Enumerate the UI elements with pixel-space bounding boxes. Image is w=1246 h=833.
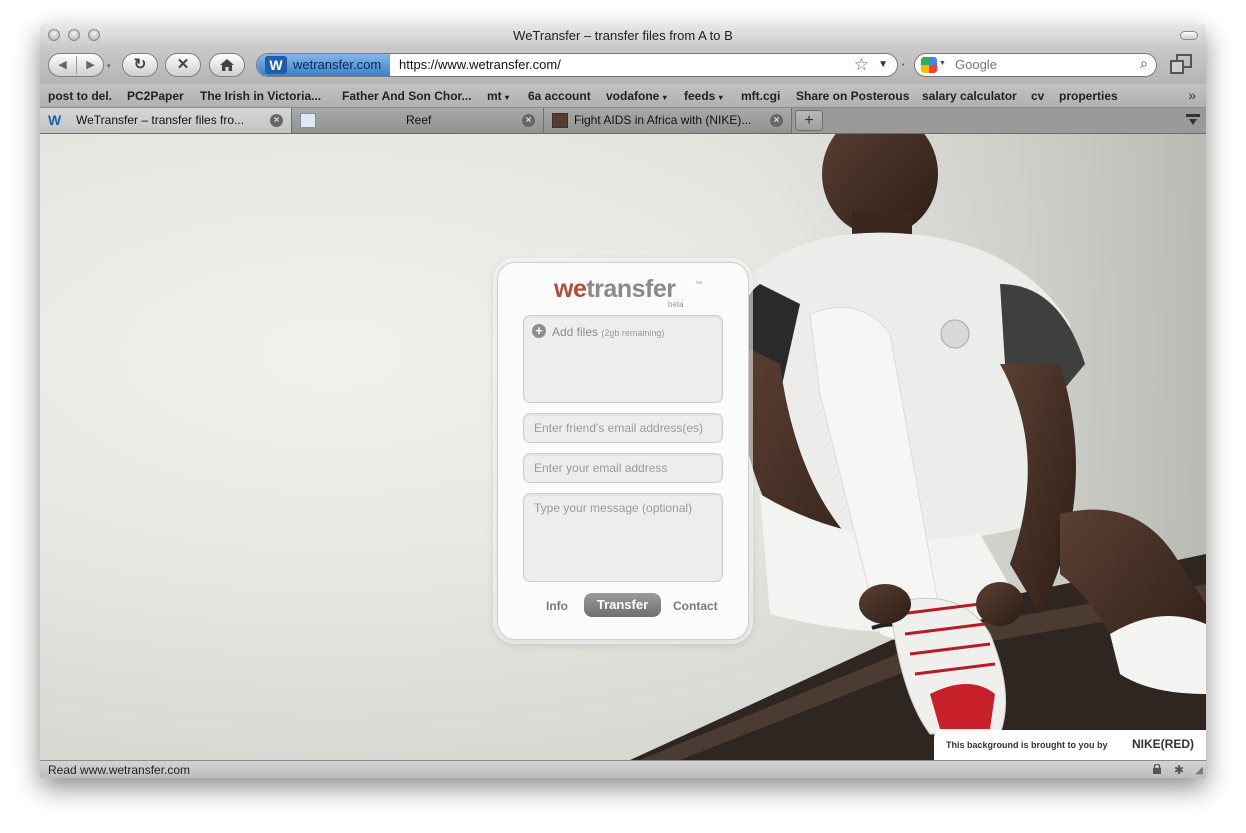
bookmark-item[interactable]: 6a account [528,89,591,103]
search-icon[interactable]: ⌕ [1140,55,1148,72]
bookmark-item[interactable]: The Irish in Victoria... [200,89,321,103]
new-tab-button[interactable]: + [795,110,823,131]
bookmark-item[interactable]: mft.cgi [741,89,780,103]
your-email-input[interactable] [524,454,722,482]
nike-favicon-icon [552,113,568,128]
browser-window: WeTransfer – transfer files from A to B … [40,24,1206,778]
site-favicon-icon: W [265,56,287,74]
address-bar[interactable]: W wetransfer.com https://www.wetransfer.… [256,53,898,77]
google-icon[interactable] [921,57,937,73]
wetransfer-logo: wetransfer [554,275,676,303]
tab-nike[interactable]: Fight AIDS in Africa with (NIKE)... × [544,108,792,133]
close-tab-icon[interactable]: × [270,114,283,127]
debug-icon[interactable]: ✱ [1174,763,1184,777]
your-email-field[interactable] [523,453,723,483]
url-text[interactable]: https://www.wetransfer.com/ [399,57,561,72]
close-tab-icon[interactable]: × [770,114,783,127]
tab-wetransfer[interactable]: W WeTransfer – transfer files fro... × [40,108,292,133]
tab-bar: W WeTransfer – transfer files fro... × R… [40,108,1206,134]
add-files-area[interactable]: + Add files (2gb remaining) [523,315,723,403]
bookmark-menu-mt[interactable]: mt ▾ [487,89,509,103]
credit-text: This background is brought to you by [946,740,1108,750]
reef-favicon-icon [300,113,316,128]
reload-icon: ↻ [133,56,147,73]
resize-grip-icon[interactable]: ◢ [1195,765,1203,776]
home-button[interactable] [209,53,245,77]
window-title: WeTransfer – transfer files from A to B [513,28,733,43]
search-box[interactable]: ▼ Google ⌕ [914,53,1157,77]
bookmark-star-icon[interactable]: ☆ [854,55,869,75]
search-engine-dropdown-icon[interactable]: ▼ [939,60,946,67]
tab-label: Reef [406,113,432,127]
site-identity-badge[interactable]: W wetransfer.com [257,54,390,76]
toolbar: ◀ ▶ ▾ ↻ ✕ W wetransfer.com https://www.w… [40,48,1206,84]
forward-icon[interactable]: ▶ [77,54,104,76]
more-bookmarks-icon[interactable]: » [1188,87,1196,103]
plus-icon: + [804,112,814,129]
message-field[interactable] [523,493,723,582]
bookmark-item[interactable]: PC2Paper [127,89,184,103]
trademark-mark: ™ [695,281,702,288]
back-forward-group: ◀ ▶ [48,53,104,77]
status-text: Read www.wetransfer.com [48,763,191,777]
close-tab-icon[interactable]: × [522,114,535,127]
title-bar: WeTransfer – transfer files from A to B [40,24,1206,48]
beta-label: beta [668,300,684,309]
tab-label: WeTransfer – transfer files fro... [76,113,245,127]
toolbar-toggle-button[interactable] [1180,31,1198,40]
tab-overview-icon[interactable] [1170,54,1192,76]
add-files-plus-icon[interactable]: + [532,324,546,338]
bookmark-item[interactable]: cv [1031,89,1044,103]
stop-icon: ✕ [176,56,190,73]
site-name: wetransfer.com [293,57,382,72]
contact-link[interactable]: Contact [673,599,718,613]
bookmark-menu-vodafone[interactable]: vodafone ▾ [606,89,667,103]
friend-email-field[interactable] [523,413,723,443]
status-bar: Read www.wetransfer.com ✱ ◢ [40,760,1206,778]
bookmark-item[interactable]: post to del. [48,89,112,103]
reload-button[interactable]: ↻ [122,53,158,77]
bookmarks-bar: post to del. PC2Paper The Irish in Victo… [40,84,1206,108]
page-content: wetransfer ™ beta + Add files (2gb remai… [40,134,1206,760]
stop-button[interactable]: ✕ [165,53,201,77]
chevron-down-icon: ▾ [718,93,723,102]
chevron-down-icon: ▾ [662,93,667,102]
separator-dot: • [902,62,905,69]
history-dropdown-icon[interactable]: ▾ [107,62,111,70]
url-dropdown-icon[interactable]: ▼ [878,59,888,70]
bookmark-menu-feeds[interactable]: feeds ▾ [684,89,723,103]
friend-email-input[interactable] [524,414,722,442]
lock-icon [1153,764,1161,774]
wetransfer-favicon-icon: W [48,112,62,128]
bookmark-item[interactable]: properties [1059,89,1118,103]
bookmark-item[interactable]: Share on Posterous [796,89,909,103]
background-credit[interactable]: This background is brought to you by NIK… [934,730,1206,760]
back-icon[interactable]: ◀ [49,54,76,76]
tab-label: Fight AIDS in Africa with (NIKE)... [574,113,752,127]
tab-list-icon[interactable] [1186,114,1200,126]
bookmark-item[interactable]: salary calculator [922,89,1017,103]
tab-reef[interactable]: Reef × [292,108,544,133]
info-link[interactable]: Info [546,599,568,613]
home-icon [220,59,234,71]
credit-brand[interactable]: NIKE(RED) [1132,737,1194,751]
search-input[interactable]: Google [955,57,997,72]
bookmark-item[interactable]: Father And Son Chor... [342,89,472,103]
chevron-down-icon: ▾ [505,93,510,102]
transfer-panel: wetransfer ™ beta + Add files (2gb remai… [497,262,749,640]
transfer-button[interactable]: Transfer [584,593,661,617]
add-files-label[interactable]: Add files (2gb remaining) [552,325,664,339]
message-input[interactable] [524,494,722,564]
